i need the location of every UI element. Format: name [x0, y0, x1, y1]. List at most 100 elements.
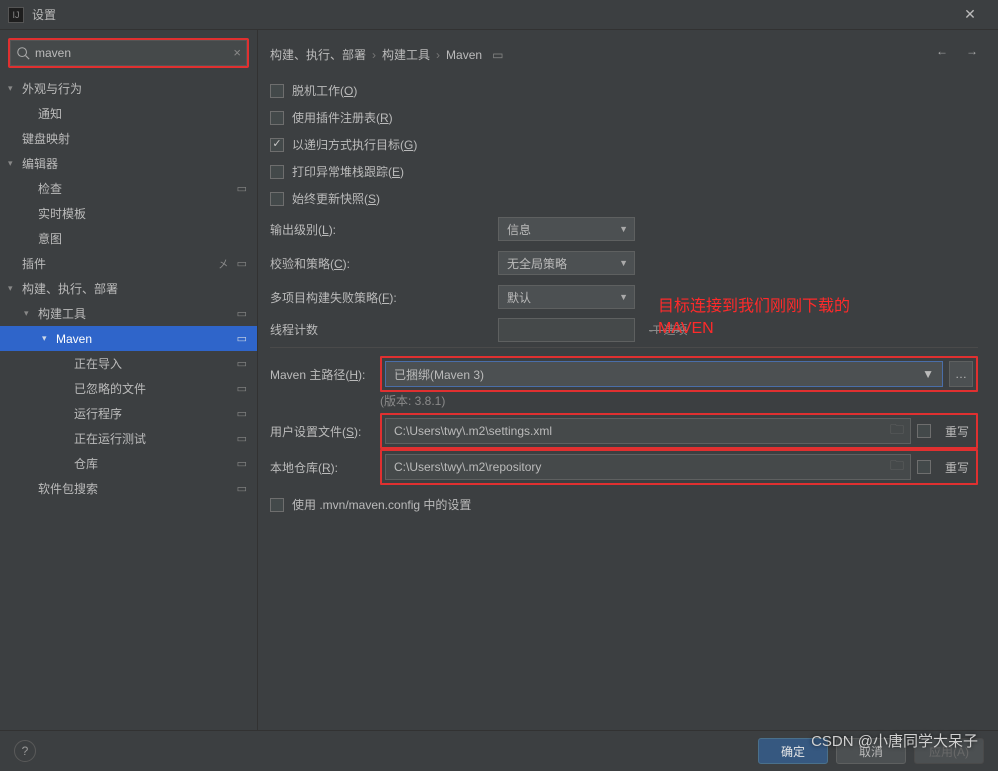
recursive-label: 以递归方式执行目标(G)	[292, 136, 417, 153]
chevron-down-icon: ▼	[619, 224, 628, 234]
search-field[interactable]: ×	[10, 40, 247, 66]
breadcrumb-item: Maven	[446, 48, 482, 62]
apply-button[interactable]: 应用(A)	[914, 738, 984, 764]
project-icon: ▭	[237, 332, 247, 345]
fail-policy-label: 多项目构建失败策略(F):	[270, 289, 498, 306]
project-icon: ▭	[237, 407, 247, 420]
chevron-right-icon: ›	[436, 48, 440, 62]
fail-policy-select[interactable]: 默认▼	[498, 285, 635, 309]
breadcrumb-item[interactable]: 构建工具	[382, 46, 430, 63]
checkbox[interactable]	[270, 165, 284, 179]
chevron-down-icon: ▼	[619, 292, 628, 302]
tree-running-tests[interactable]: 正在运行测试▭	[0, 426, 257, 451]
tree-plugins[interactable]: 插件▭㐅	[0, 251, 257, 276]
user-settings-override[interactable]: 重写	[917, 423, 973, 440]
tree-importing[interactable]: 正在导入▭	[0, 351, 257, 376]
recursive-row[interactable]: 以递归方式执行目标(G)	[270, 131, 978, 158]
clear-search-icon[interactable]: ×	[233, 45, 241, 60]
help-icon[interactable]: ?	[14, 740, 36, 762]
checkbox[interactable]	[270, 498, 284, 512]
search-input[interactable]	[35, 46, 224, 60]
forward-icon[interactable]: →	[966, 44, 978, 58]
project-icon: ▭	[237, 307, 247, 320]
checkbox[interactable]	[917, 460, 931, 474]
tree-build[interactable]: ▾构建、执行、部署	[0, 276, 257, 301]
tree-intentions[interactable]: 意图	[0, 226, 257, 251]
checkbox[interactable]	[270, 84, 284, 98]
checksum-label: 校验和策略(C):	[270, 255, 498, 272]
browse-button[interactable]: …	[949, 361, 973, 387]
local-repo-input[interactable]: C:\Users\twy\.m2\repository🗀	[385, 454, 911, 480]
plugin-registry-label: 使用插件注册表(R)	[292, 109, 393, 126]
user-settings-input[interactable]: C:\Users\twy\.m2\settings.xml🗀	[385, 418, 911, 444]
snapshots-row[interactable]: 始终更新快照(S)	[270, 185, 978, 212]
titlebar: IJ 设置 ✕	[0, 0, 998, 30]
use-mvn-config-row[interactable]: 使用 .mvn/maven.config 中的设置	[270, 491, 978, 518]
maven-home-select[interactable]: 已捆绑(Maven 3)▼	[385, 361, 943, 387]
content-pane: 构建、执行、部署 › 构建工具 › Maven ▭ ← → 脱机工作(O) 使用…	[258, 30, 998, 730]
folder-icon[interactable]: 🗀	[890, 455, 904, 479]
tree-live-templates[interactable]: 实时模板	[0, 201, 257, 226]
chevron-down-icon: ▾	[42, 333, 47, 344]
tree-keymap[interactable]: 键盘映射	[0, 126, 257, 151]
thread-count-label: 线程计数	[270, 321, 498, 338]
tree-notifications[interactable]: 通知	[0, 101, 257, 126]
checkbox[interactable]	[270, 111, 284, 125]
project-icon: ▭	[237, 357, 247, 370]
maven-home-label: Maven 主路径(H):	[270, 366, 380, 383]
chevron-down-icon: ▾	[8, 283, 13, 294]
chevron-right-icon: ›	[372, 48, 376, 62]
chevron-down-icon: ▾	[24, 308, 29, 319]
maven-version: (版本: 3.8.1)	[380, 392, 978, 409]
tree-inspections[interactable]: 检查▭	[0, 176, 257, 201]
project-scope-icon: ▭	[492, 48, 503, 62]
project-icon: ▭	[237, 432, 247, 445]
thread-option-suffix: -T 选项	[649, 321, 687, 338]
offline-label: 脱机工作(O)	[292, 82, 357, 99]
search-icon	[16, 46, 30, 60]
checkbox[interactable]	[270, 192, 284, 206]
tree-package-search[interactable]: 软件包搜索▭	[0, 476, 257, 501]
sidebar: × ▾外观与行为 通知 键盘映射 ▾编辑器 检查▭ 实时模板 意图 插件▭㐅 ▾…	[0, 30, 258, 730]
plugin-registry-row[interactable]: 使用插件注册表(R)	[270, 104, 978, 131]
checkbox[interactable]	[270, 138, 284, 152]
local-repo-override[interactable]: 重写	[917, 459, 973, 476]
chevron-down-icon: ▾	[8, 158, 13, 169]
tree-appearance[interactable]: ▾外观与行为	[0, 76, 257, 101]
stacktraces-row[interactable]: 打印异常堆栈跟踪(E)	[270, 158, 978, 185]
thread-count-input[interactable]	[498, 318, 635, 342]
checksum-select[interactable]: 无全局策略▼	[498, 251, 635, 275]
user-settings-label: 用户设置文件(S):	[270, 423, 380, 440]
close-icon[interactable]: ✕	[950, 6, 990, 23]
snapshots-label: 始终更新快照(S)	[292, 190, 380, 207]
fail-policy-row: 多项目构建失败策略(F): 默认▼	[270, 280, 978, 314]
local-repo-label: 本地仓库(R):	[270, 459, 380, 476]
tree-ignored[interactable]: 已忽略的文件▭	[0, 376, 257, 401]
output-level-select[interactable]: 信息▼	[498, 217, 635, 241]
maven-home-row: Maven 主路径(H): 已捆绑(Maven 3)▼ …	[270, 354, 978, 394]
ok-button[interactable]: 确定	[758, 738, 828, 764]
tree-repositories[interactable]: 仓库▭	[0, 451, 257, 476]
tree-editor[interactable]: ▾编辑器	[0, 151, 257, 176]
app-icon: IJ	[8, 7, 24, 23]
checkbox[interactable]	[917, 424, 931, 438]
window-title: 设置	[32, 6, 950, 23]
user-settings-row: 用户设置文件(S): C:\Users\twy\.m2\settings.xml…	[270, 413, 978, 449]
output-level-row: 输出级别(L): 信息▼	[270, 212, 978, 246]
back-icon[interactable]: ←	[936, 44, 948, 58]
offline-work-row[interactable]: 脱机工作(O)	[270, 77, 978, 104]
breadcrumb: 构建、执行、部署 › 构建工具 › Maven ▭	[270, 40, 978, 77]
search-highlight: ×	[8, 38, 249, 68]
project-icon: ▭	[237, 257, 247, 270]
project-icon: ▭	[237, 482, 247, 495]
checksum-row: 校验和策略(C): 无全局策略▼	[270, 246, 978, 280]
tree-maven[interactable]: ▾Maven▭	[0, 326, 257, 351]
breadcrumb-item[interactable]: 构建、执行、部署	[270, 46, 366, 63]
cancel-button[interactable]: 取消	[836, 738, 906, 764]
tree-runner[interactable]: 运行程序▭	[0, 401, 257, 426]
tree-build-tools[interactable]: ▾构建工具▭	[0, 301, 257, 326]
folder-icon[interactable]: 🗀	[890, 419, 904, 443]
stacktraces-label: 打印异常堆栈跟踪(E)	[292, 163, 404, 180]
project-icon: ▭	[237, 382, 247, 395]
project-icon: ▭	[237, 182, 247, 195]
